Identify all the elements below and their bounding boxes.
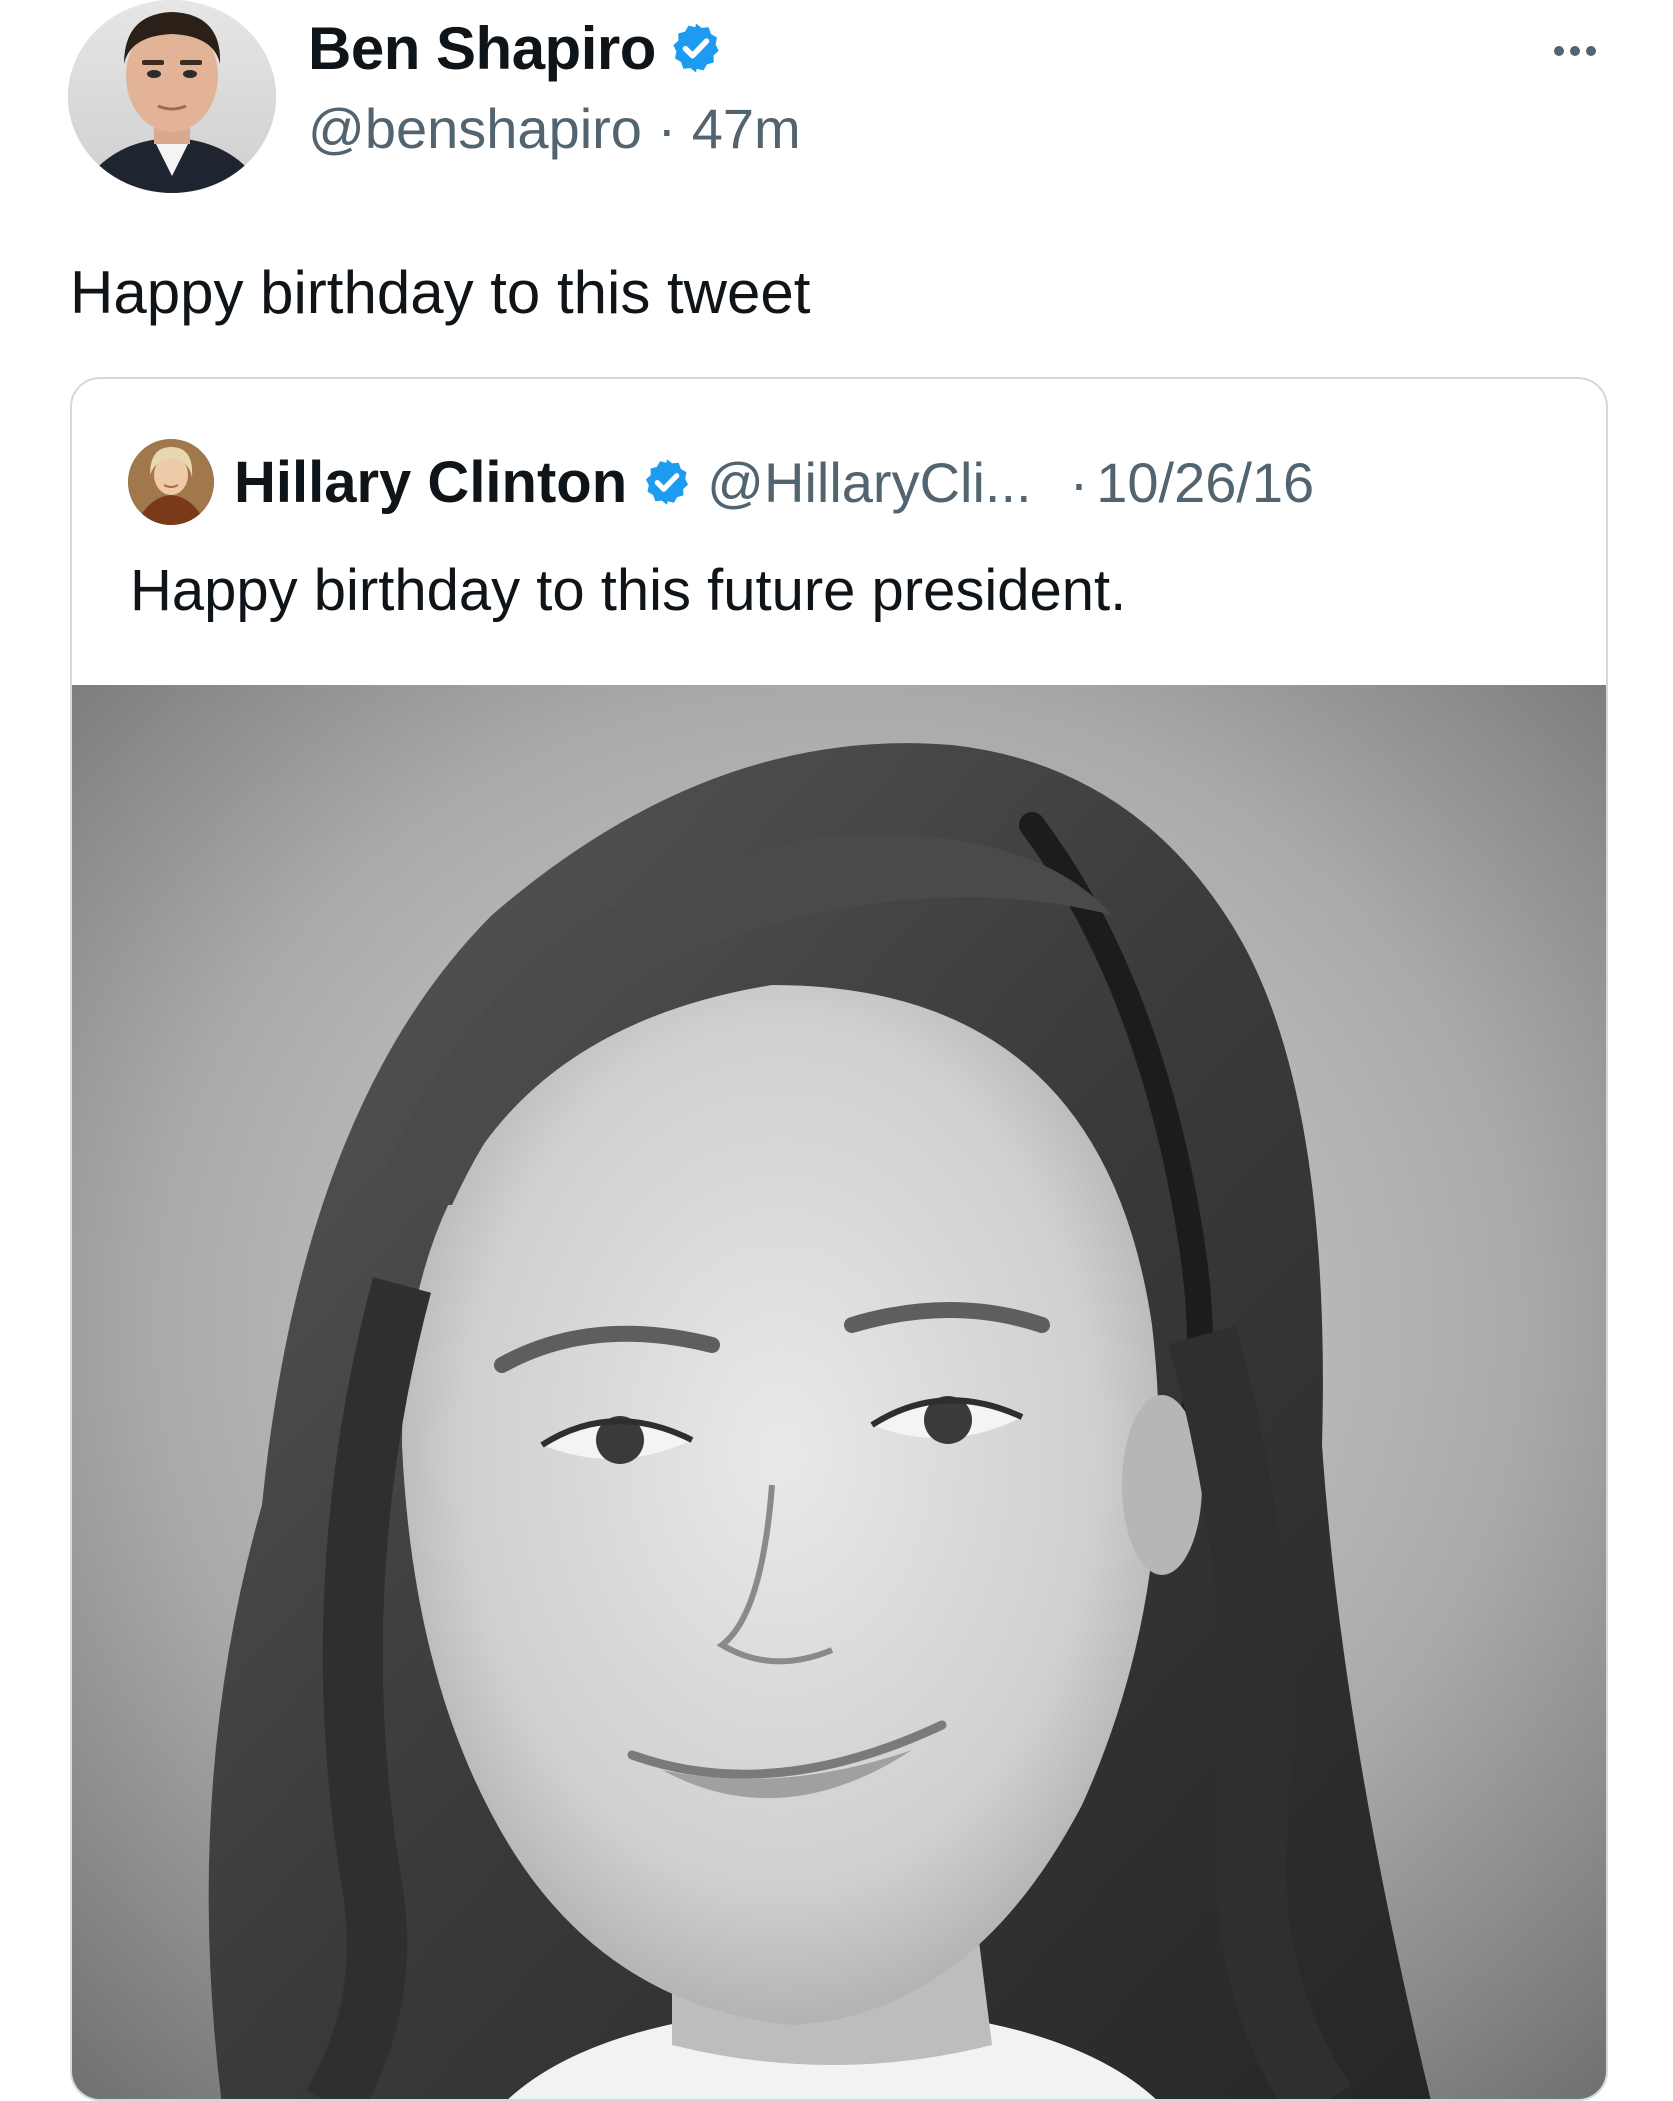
- tweet: Ben Shapiro @benshapiro · 47m Happy birt…: [0, 0, 1673, 2101]
- author-handle-row: @benshapiro · 47m: [308, 96, 801, 161]
- quoted-author-avatar[interactable]: [128, 439, 214, 525]
- verified-badge-icon: [673, 23, 719, 73]
- quoted-tweet-text: Happy birthday to this future president.: [130, 558, 1127, 623]
- quoted-tweet-date[interactable]: 10/26/16: [1096, 450, 1314, 515]
- handle-separator: ·: [657, 97, 677, 160]
- quoted-author-handle[interactable]: @HillaryCli...: [707, 450, 1031, 515]
- quoted-tweet-card[interactable]: Hillary Clinton @HillaryCli... · 10/26/1…: [70, 377, 1608, 2101]
- tweet-text: Happy birthday to this tweet: [70, 259, 811, 326]
- more-dot: [1554, 46, 1564, 56]
- avatar-photo: [68, 0, 276, 193]
- tweet-header: Ben Shapiro @benshapiro · 47m: [308, 10, 801, 161]
- quoted-tweet-header: Hillary Clinton @HillaryCli... · 10/26/1…: [128, 439, 1314, 525]
- author-avatar[interactable]: [68, 0, 276, 193]
- portrait-photo: [72, 685, 1606, 2099]
- tweet-time[interactable]: 47m: [692, 97, 801, 160]
- avatar-photo: [128, 439, 214, 525]
- quoted-author-name[interactable]: Hillary Clinton: [234, 449, 627, 516]
- more-dot: [1586, 46, 1596, 56]
- quoted-tweet-photo[interactable]: [72, 685, 1606, 2099]
- verified-badge-icon: [646, 459, 689, 505]
- more-options-icon[interactable]: [1554, 46, 1596, 56]
- author-handle[interactable]: @benshapiro: [308, 97, 642, 160]
- author-name[interactable]: Ben Shapiro: [308, 14, 656, 83]
- date-separator: ·: [1069, 450, 1089, 514]
- author-name-row: Ben Shapiro: [308, 10, 801, 86]
- more-dot: [1570, 46, 1580, 56]
